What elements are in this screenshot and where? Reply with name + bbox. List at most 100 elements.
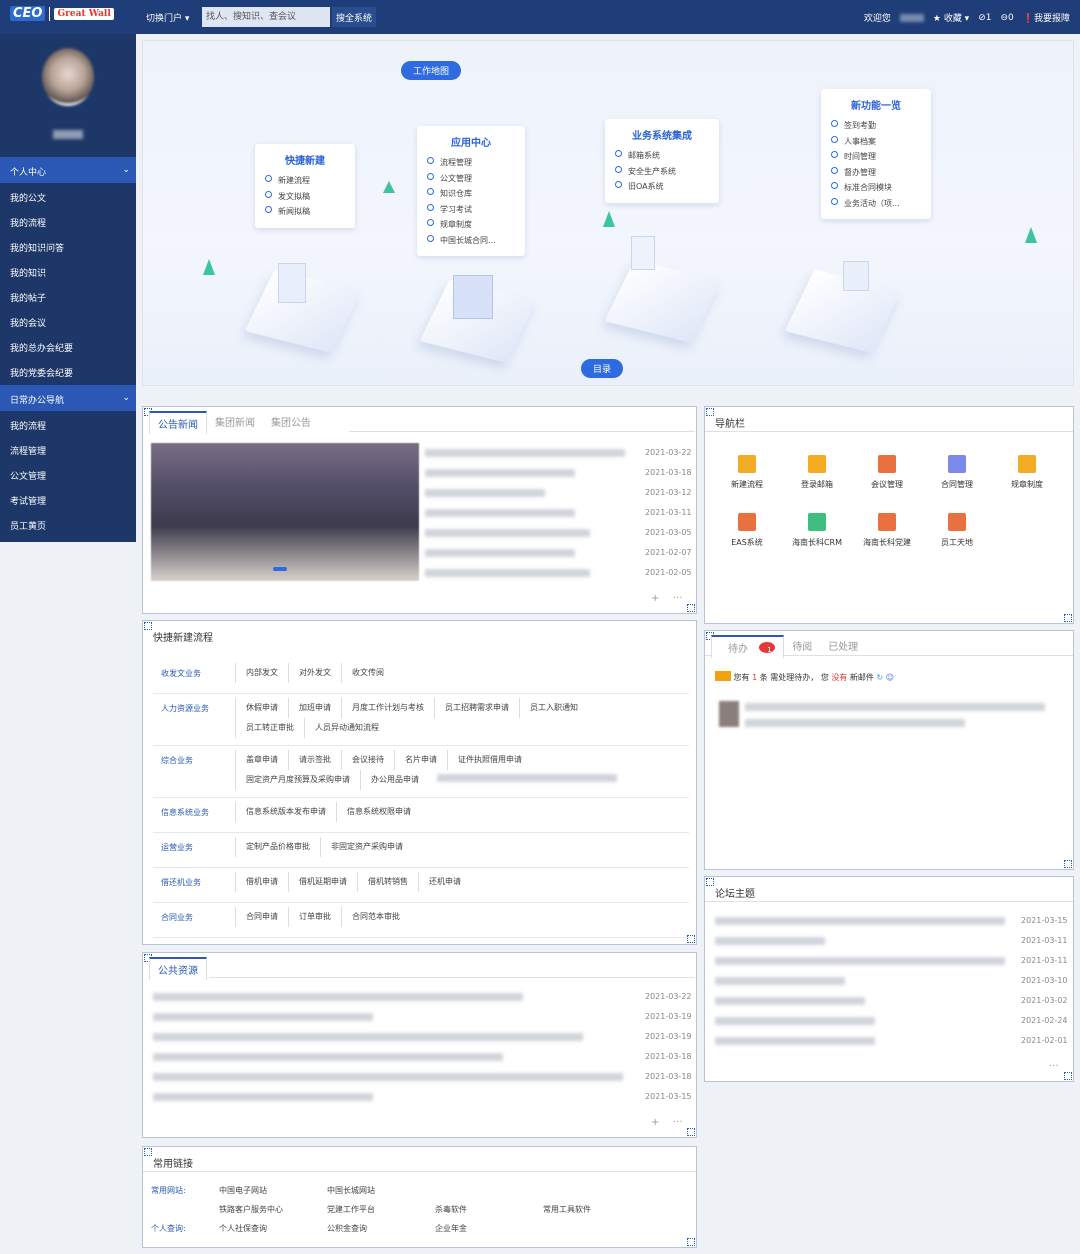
flow-link[interactable]: 借机申请 <box>235 872 288 892</box>
flow-link[interactable]: 加班申请 <box>288 698 341 718</box>
link-item[interactable]: 杀毒软件 <box>435 1204 467 1215</box>
flow-link[interactable]: 请示签批 <box>288 750 341 770</box>
flow-link[interactable]: 员工招聘需求申请 <box>434 698 519 718</box>
flow-link[interactable]: 人员异动通知流程 <box>304 718 389 738</box>
card-item[interactable]: 知识仓库 <box>427 186 515 202</box>
card-item[interactable]: 安全生产系统 <box>615 164 709 180</box>
toc-pill[interactable]: 目录 <box>581 359 624 378</box>
flow-link[interactable]: 定制产品价格审批 <box>235 837 320 857</box>
flow-link[interactable]: 借机延期申请 <box>288 872 357 892</box>
nav-item-edit[interactable]: 新建流程 <box>717 455 777 490</box>
sidebar-item[interactable]: 我的流程 <box>10 419 46 432</box>
flow-link[interactable]: 合同范本审批 <box>341 907 410 927</box>
nav-item-meeting[interactable]: 会议管理 <box>857 455 917 490</box>
card-item[interactable]: 公文管理 <box>427 171 515 187</box>
flow-link-blurred[interactable] <box>437 774 617 782</box>
card-item[interactable]: 中国长城合同... <box>427 233 515 249</box>
link-item[interactable]: 铁路客户服务中心 <box>219 1204 283 1215</box>
tab-to-read[interactable]: 待阅 <box>784 635 820 658</box>
refresh-icon[interactable]: ↻ <box>876 673 883 682</box>
add-icon[interactable]: + <box>651 593 659 604</box>
sidebar-item[interactable]: 我的知识问答 <box>10 241 64 254</box>
news-title[interactable] <box>425 449 625 457</box>
card-item[interactable]: 业务活动（项... <box>831 196 921 212</box>
sidebar-item[interactable]: 员工黄页 <box>10 519 46 532</box>
flow-link[interactable]: 订单审批 <box>288 907 341 927</box>
forum-topic[interactable] <box>715 957 1005 965</box>
report-issue-link[interactable]: ❗我要报障 <box>1023 11 1070 24</box>
card-item[interactable]: 签到考勤 <box>831 118 921 134</box>
link-item[interactable]: 中国电子网站 <box>219 1185 267 1196</box>
news-photo[interactable] <box>151 443 419 581</box>
sidebar-item[interactable]: 我的党委会纪要 <box>10 366 73 379</box>
card-item[interactable]: 人事档案 <box>831 134 921 150</box>
resource-title[interactable] <box>153 1093 373 1101</box>
carousel-dot[interactable] <box>273 567 287 571</box>
sidebar-group-personal[interactable]: 个人中心 ⌄ <box>0 157 136 183</box>
search-all-button[interactable]: 搜全系统 <box>332 7 377 27</box>
tab-public-resources[interactable]: 公共资源 <box>149 957 207 980</box>
message-count[interactable]: ⊖0 <box>1000 13 1013 23</box>
sidebar-item[interactable]: 我的知识 <box>10 266 46 279</box>
nav-item-crm[interactable]: 海南长科CRM <box>787 513 847 548</box>
resource-title[interactable] <box>153 993 523 1001</box>
flow-link[interactable]: 月度工作计划与考核 <box>341 698 434 718</box>
more-icon[interactable]: ··· <box>673 1117 683 1128</box>
nav-item-staff[interactable]: 员工天地 <box>927 513 987 548</box>
link-item[interactable]: 常用工具软件 <box>543 1204 591 1215</box>
sidebar-item[interactable]: 公文管理 <box>10 469 46 482</box>
flow-link[interactable]: 收文传阅 <box>341 663 394 683</box>
card-item[interactable]: 标准合同模块 <box>831 180 921 196</box>
link-item[interactable]: 中国长城网站 <box>327 1185 375 1196</box>
flow-link[interactable]: 对外发文 <box>288 663 341 683</box>
nav-item-contract[interactable]: 合同管理 <box>927 455 987 490</box>
logo[interactable]: CEO Great Wall <box>10 6 114 21</box>
card-item[interactable]: 新闻拟稿 <box>265 204 345 220</box>
card-item[interactable]: 发文拟稿 <box>265 189 345 205</box>
sidebar-item[interactable]: 我的总办会纪要 <box>10 341 73 354</box>
resource-title[interactable] <box>153 1033 583 1041</box>
flow-link[interactable]: 会议接待 <box>341 750 394 770</box>
resource-title[interactable] <box>153 1073 623 1081</box>
search-input[interactable] <box>202 7 330 27</box>
sidebar-item[interactable]: 流程管理 <box>10 444 46 457</box>
news-title[interactable] <box>425 549 575 557</box>
todo-item-title[interactable] <box>745 703 1045 711</box>
news-title[interactable] <box>425 569 590 577</box>
flow-link[interactable]: 证件执照借用申请 <box>447 750 532 770</box>
forum-topic[interactable] <box>715 917 1005 925</box>
flow-link[interactable]: 非固定资产采购申请 <box>320 837 413 857</box>
todo-link[interactable]: 需处理待办， <box>770 673 818 682</box>
tab-news-2[interactable]: 集团公告 <box>263 411 319 434</box>
favorites-menu[interactable]: ★ 收藏 ▾ <box>933 11 969 24</box>
forum-topic[interactable] <box>715 937 825 945</box>
resource-title[interactable] <box>153 1053 503 1061</box>
task-count[interactable]: ⊘1 <box>978 13 991 23</box>
card-item[interactable]: 时间管理 <box>831 149 921 165</box>
card-item[interactable]: 督办管理 <box>831 165 921 181</box>
flow-link[interactable]: 员工入职通知 <box>519 698 588 718</box>
switch-portal-dropdown[interactable]: 切换门户 ▾ <box>146 11 189 24</box>
work-map-pill[interactable]: 工作地图 <box>401 61 462 80</box>
flow-link[interactable]: 办公用品申请 <box>360 770 429 790</box>
flow-link[interactable]: 盖章申请 <box>235 750 288 770</box>
flow-link[interactable]: 员工转正审批 <box>235 718 304 738</box>
news-title[interactable] <box>425 469 575 477</box>
nav-item-eas[interactable]: EAS系统 <box>717 513 777 548</box>
forum-topic[interactable] <box>715 1037 875 1045</box>
sidebar-item[interactable]: 我的会议 <box>10 316 46 329</box>
news-title[interactable] <box>425 489 545 497</box>
card-item[interactable]: 学习考试 <box>427 202 515 218</box>
card-item[interactable]: 新建流程 <box>265 173 345 189</box>
sidebar-group-daily[interactable]: 日常办公导航 ⌄ <box>0 385 136 411</box>
nav-item-party[interactable]: 海南长科党建 <box>857 513 917 548</box>
link-item[interactable]: 公积金查询 <box>327 1223 367 1234</box>
tab-news-1[interactable]: 集团新闻 <box>207 411 263 434</box>
nav-item-rules[interactable]: 规章制度 <box>997 455 1057 490</box>
tab-processed[interactable]: 已处理 <box>820 635 866 658</box>
more-icon[interactable]: ··· <box>1049 1061 1059 1072</box>
user-icon[interactable]: ☺ <box>886 673 894 682</box>
flow-link[interactable]: 休假申请 <box>235 698 288 718</box>
card-item[interactable]: 旧OA系统 <box>615 179 709 195</box>
card-item[interactable]: 邮箱系统 <box>615 148 709 164</box>
